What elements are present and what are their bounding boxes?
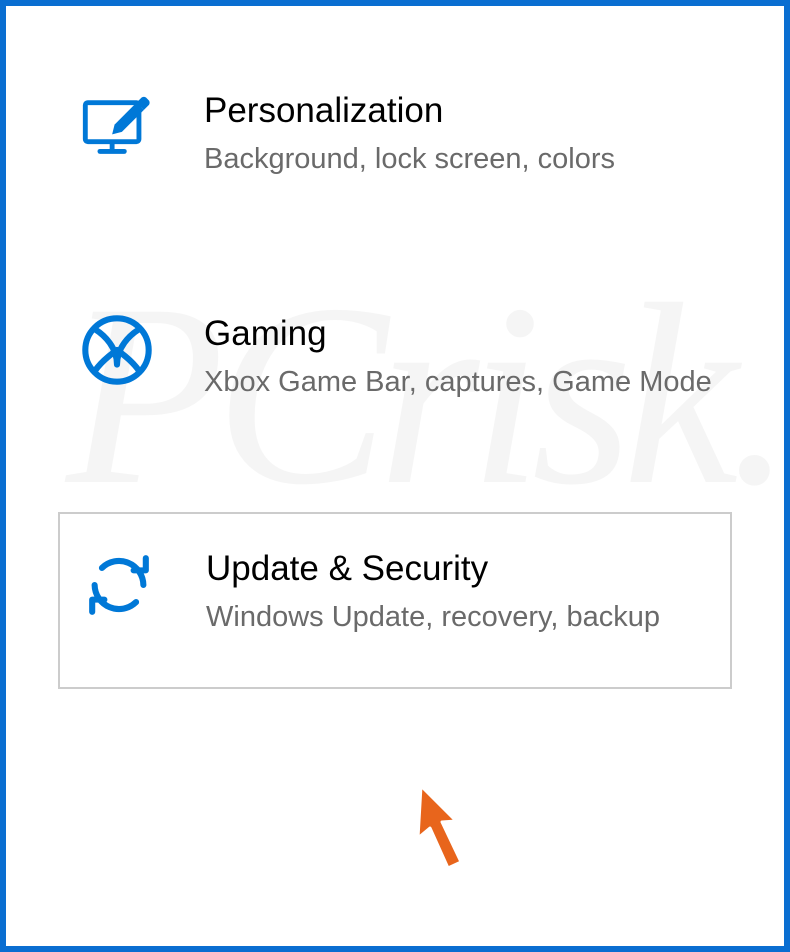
settings-item-description: Background, lock screen, colors <box>204 140 712 179</box>
settings-panel: PCrisk.com Personalization Background, l… <box>0 0 790 952</box>
settings-item-gaming[interactable]: Gaming Xbox Game Bar, captures, Game Mod… <box>58 289 732 424</box>
gaming-icon <box>78 311 156 389</box>
settings-item-description: Xbox Game Bar, captures, Game Mode <box>204 363 712 402</box>
settings-item-text: Gaming Xbox Game Bar, captures, Game Mod… <box>204 311 712 402</box>
settings-item-text: Personalization Background, lock screen,… <box>204 88 712 179</box>
settings-item-text: Update & Security Windows Update, recove… <box>206 546 710 637</box>
settings-item-update-security[interactable]: Update & Security Windows Update, recove… <box>58 512 732 689</box>
settings-item-personalization[interactable]: Personalization Background, lock screen,… <box>58 66 732 201</box>
settings-item-title: Update & Security <box>206 548 710 590</box>
instruction-cursor-icon <box>406 778 496 878</box>
personalization-icon <box>78 88 156 166</box>
settings-item-description: Windows Update, recovery, backup <box>206 598 710 637</box>
settings-categories: Personalization Background, lock screen,… <box>6 6 784 729</box>
settings-item-title: Gaming <box>204 313 712 355</box>
update-security-icon <box>80 546 158 624</box>
settings-item-title: Personalization <box>204 90 712 132</box>
